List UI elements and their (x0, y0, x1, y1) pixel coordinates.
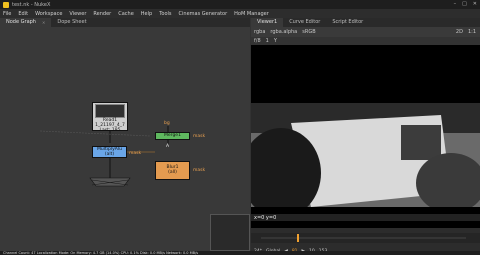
tab-curve-editor[interactable]: Curve Editor (283, 18, 326, 27)
read-node-detail: Last: 185 (99, 128, 121, 133)
channel-select[interactable]: rgba (254, 29, 265, 35)
multiply-node[interactable]: MultiplyAlu (alt) (92, 146, 127, 158)
gamma-value[interactable]: Y (274, 38, 277, 44)
menu-bar: File Edit Workspace Viewer Render Cache … (0, 9, 480, 18)
tab-label: Script Editor (332, 19, 364, 25)
menu-render[interactable]: Render (93, 11, 111, 17)
viewer-toolbar-1: rgba rgba.alpha sRGB 2D 1:1 (251, 27, 480, 37)
multiply-node-sub: (alt) (104, 152, 115, 157)
close-icon[interactable]: ✕ (473, 1, 477, 7)
viewer-node[interactable] (210, 214, 250, 251)
blur-node-sub: (all) (168, 170, 177, 175)
timeline-ruler[interactable] (251, 233, 480, 243)
menu-file[interactable]: File (3, 11, 11, 17)
menu-edit[interactable]: Edit (18, 11, 28, 17)
blur-node[interactable]: Blur1 (all) (155, 161, 190, 180)
merge-a-input-label: A (166, 144, 170, 149)
menu-cache[interactable]: Cache (118, 11, 134, 17)
tab-viewer1[interactable]: Viewer1 (251, 18, 284, 27)
colorspace-select[interactable]: sRGB (302, 29, 315, 35)
gain-value[interactable]: 1 (266, 38, 269, 44)
viewer-image (241, 103, 480, 218)
nuke-logo-icon (3, 1, 9, 8)
title-bar: test.nk - NukeX – □ ✕ (0, 0, 480, 9)
mask-label: mask (129, 151, 142, 156)
coordinate-readout: x=0 y=0 (251, 214, 480, 221)
image-content (241, 103, 480, 218)
frame-label: f/8 (254, 38, 261, 44)
menu-cinemas-generator[interactable]: Cinemas Generator (179, 11, 228, 17)
window-title: test.nk - NukeX (12, 1, 51, 8)
zoom-select[interactable]: 1:1 (468, 29, 476, 35)
menu-help[interactable]: Help (141, 11, 152, 17)
tab-label: Curve Editor (289, 19, 321, 25)
merge-node[interactable]: Merge1 (155, 132, 190, 140)
mask-label: mask (193, 168, 206, 173)
read-node[interactable]: Read1 1_21197_4_7 Last: 185 (92, 102, 128, 133)
menu-viewer[interactable]: Viewer (69, 11, 86, 17)
menu-tools[interactable]: Tools (159, 11, 171, 17)
coords-text: x=0 y=0 (254, 214, 277, 221)
timeline[interactable]: 24* Global ◀ 81 ▶ 10 153 (251, 228, 480, 254)
bg-label: bg (164, 121, 170, 126)
read-thumbnail (95, 104, 125, 118)
window-controls: – □ ✕ (454, 1, 477, 7)
viewer-toolbar-2: f/8 1 Y (251, 37, 480, 45)
mask-label: mask (193, 134, 206, 139)
channel-b-select[interactable]: rgba.alpha (270, 29, 297, 35)
viewer-panel: Viewer1 Curve Editor Script Editor rgba … (241, 18, 480, 254)
menu-hom-manager[interactable]: HoM Manager (234, 11, 269, 17)
viewer-canvas[interactable] (241, 45, 480, 228)
maximize-icon[interactable]: □ (462, 1, 467, 7)
tab-label: Viewer1 (257, 19, 278, 25)
mode-select[interactable]: 2D (456, 29, 463, 35)
tab-script-editor[interactable]: Script Editor (326, 18, 369, 27)
node-graph-panel[interactable]: Node Graph ✕ Dope Sheet Read1 1_21197_4_… (0, 18, 250, 251)
merge-node-name: Merge1 (164, 133, 181, 138)
right-tab-bar: Viewer1 Curve Editor Script Editor (251, 18, 480, 27)
minimize-icon[interactable]: – (454, 1, 457, 7)
menu-workspace[interactable]: Workspace (35, 11, 62, 17)
status-bar: Channel Count: 47 Localization Mode: On … (0, 251, 480, 255)
